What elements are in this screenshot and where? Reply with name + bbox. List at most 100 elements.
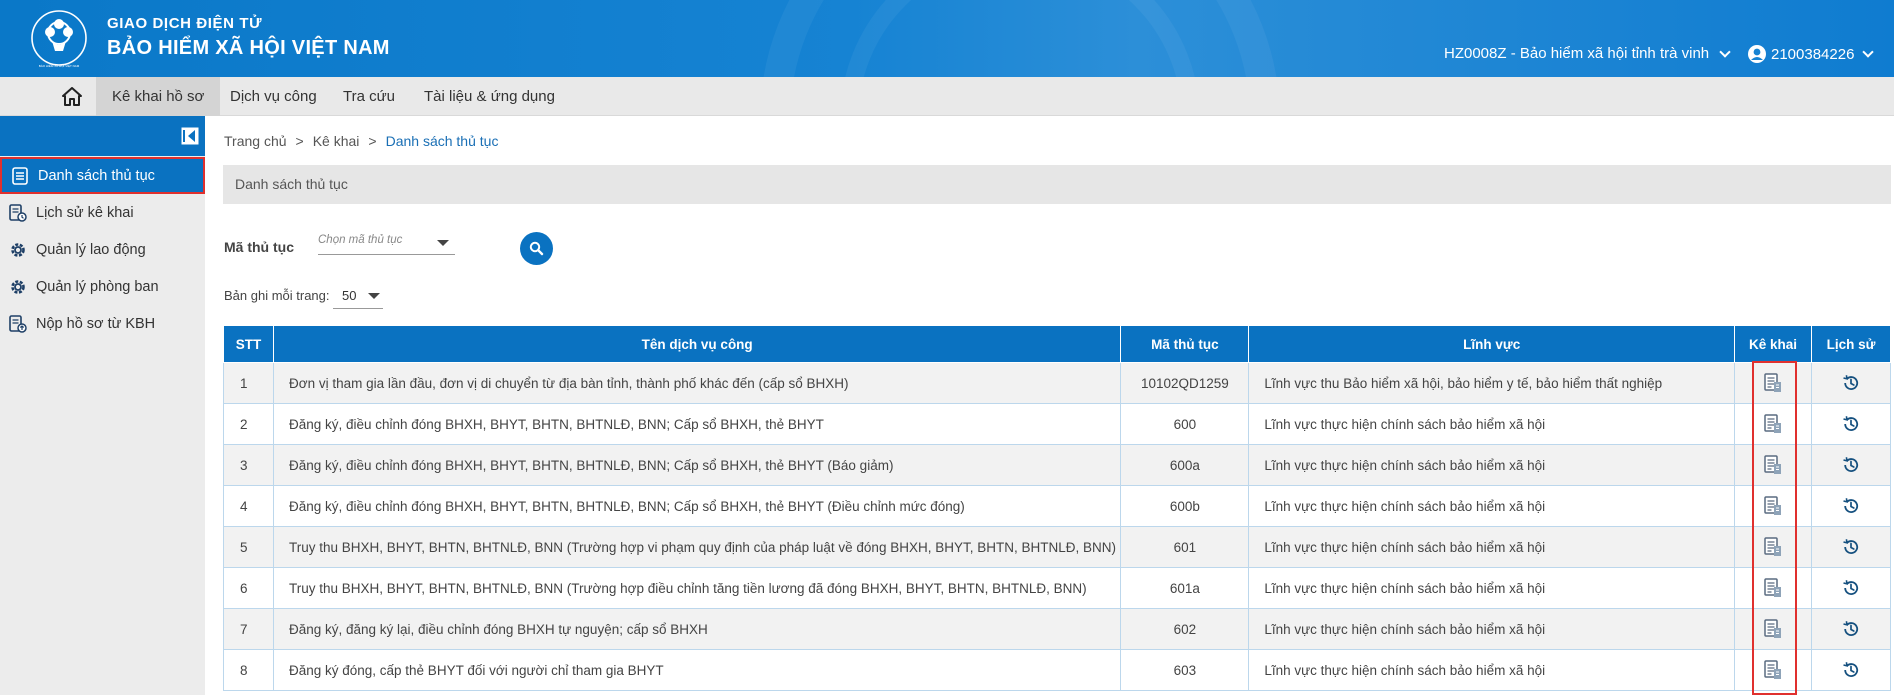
chevron-down-icon: [1719, 45, 1731, 58]
sidebar: Danh sách thủ tục Lịch sử kê khai Quản l…: [0, 116, 205, 695]
unit-selector[interactable]: HZ0008Z - Bảo hiểm xã hội tỉnh trà vinh: [1444, 45, 1731, 62]
cell-field: Lĩnh vực thực hiện chính sách bảo hiểm x…: [1248, 403, 1736, 445]
header-watermark-inner: [840, 0, 1200, 77]
sidebar-item-quan-ly-phong-ban[interactable]: Quản lý phòng ban: [0, 268, 205, 305]
nav-tra-cuu[interactable]: Tra cứu: [327, 77, 411, 116]
collapse-sidebar-icon[interactable]: [181, 127, 199, 145]
sidebar-item-nop-ho-so-tu-kbh[interactable]: Nộp hồ sơ từ KBH: [0, 305, 205, 342]
breadcrumb-current: Danh sách thủ tục: [385, 133, 499, 149]
user-circle-icon: [1748, 45, 1766, 63]
top-navigation: Kê khai hồ sơ Dịch vụ công Tra cứu Tài l…: [0, 77, 1894, 116]
records-per-page-value: 50: [342, 288, 357, 303]
gear-icon: [8, 240, 28, 260]
cell-field: Lĩnh vực thực hiện chính sách bảo hiểm x…: [1248, 608, 1736, 650]
home-button[interactable]: [48, 77, 96, 116]
procedures-table: STT Tên dịch vụ công Mã thủ tục Lĩnh vực…: [223, 325, 1892, 691]
declare-document-icon[interactable]: [1762, 659, 1784, 681]
cell-procedure-code: 601a: [1120, 567, 1250, 609]
declare-document-icon[interactable]: [1762, 536, 1784, 558]
sidebar-header: [0, 116, 205, 156]
records-per-page-label: Bản ghi mỗi trang:: [224, 288, 330, 303]
declare-document-icon[interactable]: [1762, 454, 1784, 476]
cell-lich-su: [1810, 403, 1892, 445]
user-menu[interactable]: 2100384226: [1747, 44, 1875, 64]
search-button[interactable]: [520, 232, 553, 265]
declare-document-icon[interactable]: [1762, 618, 1784, 640]
sidebar-item-quan-ly-lao-dong[interactable]: Quản lý lao động: [0, 231, 205, 268]
brand-name: BẢO HIỂM XÃ HỘI VIỆT NAM: [107, 37, 390, 59]
cell-field: Lĩnh vực thực hiện chính sách bảo hiểm x…: [1248, 485, 1736, 527]
history-clock-icon[interactable]: [1840, 372, 1862, 394]
cell-procedure-code: 602: [1120, 608, 1250, 650]
declare-document-icon[interactable]: [1762, 413, 1784, 435]
declare-document-icon[interactable]: [1762, 495, 1784, 517]
cell-procedure-code: 603: [1120, 649, 1250, 691]
history-clock-icon[interactable]: [1840, 536, 1862, 558]
cell-field: Lĩnh vực thực hiện chính sách bảo hiểm x…: [1248, 567, 1736, 609]
cell-procedure-code: 10102QD1259: [1120, 362, 1250, 404]
app-header: BẢO HIỂM XÃ HỘI VIỆT NAM GIAO DỊCH ĐIỆN …: [0, 0, 1894, 77]
cell-service-name: Đơn vị tham gia lần đầu, đơn vị di chuyể…: [272, 362, 1122, 404]
cell-ke-khai: [1734, 403, 1812, 445]
nav-ke-khai-ho-so[interactable]: Kê khai hồ sơ: [96, 77, 221, 116]
column-header-lich-su: Lịch sử: [1810, 325, 1892, 363]
breadcrumb: Trang chủ > Kê khai > Danh sách thủ tục: [224, 133, 498, 149]
column-header-ma-thu-tuc: Mã thủ tục: [1120, 325, 1250, 363]
cell-ke-khai: [1734, 649, 1812, 691]
cell-stt: 7: [223, 608, 274, 650]
breadcrumb-ke-khai[interactable]: Kê khai: [313, 133, 360, 149]
nav-tai-lieu-ung-dung[interactable]: Tài liệu & ứng dụng: [408, 77, 571, 116]
nav-dich-vu-cong[interactable]: Dịch vụ công: [214, 77, 333, 116]
breadcrumb-separator: >: [295, 133, 304, 149]
caret-down-icon: [437, 240, 449, 246]
procedure-code-select[interactable]: Chọn mã thủ tục: [318, 230, 455, 255]
history-clock-icon[interactable]: [1840, 495, 1862, 517]
declare-document-icon[interactable]: [1762, 577, 1784, 599]
column-header-ten-dich-vu-cong: Tên dịch vụ công: [272, 325, 1122, 363]
cell-field: Lĩnh vực thực hiện chính sách bảo hiểm x…: [1248, 649, 1736, 691]
unit-label: HZ0008Z - Bảo hiểm xã hội tỉnh trà vinh: [1444, 45, 1710, 62]
column-header-linh-vuc: Lĩnh vực: [1248, 325, 1736, 363]
cell-stt: 5: [223, 526, 274, 568]
history-clock-icon[interactable]: [1840, 577, 1862, 599]
cell-service-name: Đăng ký, điều chỉnh đóng BHXH, BHYT, BHT…: [272, 444, 1122, 486]
home-icon: [62, 87, 82, 106]
breadcrumb-home[interactable]: Trang chủ: [224, 133, 287, 149]
cell-lich-su: [1810, 444, 1892, 486]
cell-lich-su: [1810, 485, 1892, 527]
sidebar-item-lich-su-ke-khai[interactable]: Lịch sử kê khai: [0, 194, 205, 231]
cell-lich-su: [1810, 608, 1892, 650]
history-clock-icon[interactable]: [1840, 618, 1862, 640]
history-clock-icon[interactable]: [1840, 454, 1862, 476]
sidebar-item-label: Lịch sử kê khai: [36, 204, 134, 221]
sidebar-item-danh-sach-thu-tuc[interactable]: Danh sách thủ tục: [0, 157, 205, 194]
filter-label: Mã thủ tục: [224, 239, 294, 255]
cell-service-name: Đăng ký, điều chỉnh đóng BHXH, BHYT, BHT…: [272, 485, 1122, 527]
column-header-ke-khai: Kê khai: [1734, 325, 1812, 363]
column-header-stt: STT: [223, 325, 274, 363]
user-id: 2100384226: [1771, 45, 1855, 63]
cell-procedure-code: 601: [1120, 526, 1250, 568]
table-row: 1 Đơn vị tham gia lần đầu, đơn vị di chuy…: [223, 362, 1892, 404]
cell-lich-su: [1810, 526, 1892, 568]
table-row: 5 Truy thu BHXH, BHYT, BHTN, BHTNLĐ, BNN …: [223, 526, 1892, 568]
cell-lich-su: [1810, 567, 1892, 609]
cell-procedure-code: 600: [1120, 403, 1250, 445]
history-clock-icon[interactable]: [1840, 413, 1862, 435]
cell-ke-khai: [1734, 567, 1812, 609]
history-clock-icon[interactable]: [1840, 659, 1862, 681]
records-per-page-select[interactable]: 50: [333, 282, 383, 309]
cell-stt: 4: [223, 485, 274, 527]
cell-procedure-code: 600b: [1120, 485, 1250, 527]
cell-ke-khai: [1734, 608, 1812, 650]
cell-lich-su: [1810, 362, 1892, 404]
cell-service-name: Đăng ký, đăng ký lại, điều chỉnh đóng BH…: [272, 608, 1122, 650]
brand-tagline: GIAO DỊCH ĐIỆN TỬ: [107, 15, 263, 32]
table-row: 3 Đăng ký, điều chỉnh đóng BHXH, BHYT, BH…: [223, 444, 1892, 486]
cell-ke-khai: [1734, 444, 1812, 486]
bhxh-logo-icon[interactable]: [30, 9, 88, 67]
declare-document-icon[interactable]: [1762, 372, 1784, 394]
procedure-code-placeholder: Chọn mã thủ tục: [318, 234, 403, 246]
cell-procedure-code: 600a: [1120, 444, 1250, 486]
cell-field: Lĩnh vực thực hiện chính sách bảo hiểm x…: [1248, 526, 1736, 568]
